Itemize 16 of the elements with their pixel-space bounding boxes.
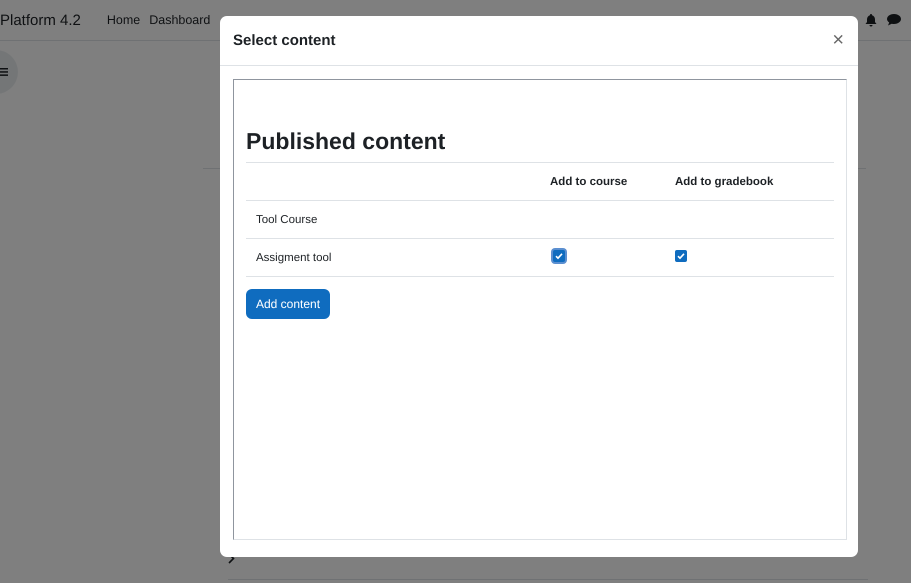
bell-icon[interactable] (865, 14, 877, 26)
chat-icon[interactable] (887, 14, 901, 26)
checkbox[interactable] (674, 250, 687, 262)
column-header: Add to course (550, 176, 628, 188)
nav-link[interactable]: Home (106, 13, 140, 27)
column-header: Add to gradebook (674, 176, 774, 188)
menu-icon (0, 68, 8, 76)
close-button[interactable]: × (832, 29, 844, 52)
content-name: Assigment tool (255, 252, 332, 264)
content-heading: Published content (246, 128, 446, 155)
dialog-title: Select content (233, 32, 336, 49)
add-content-button[interactable]: Add content (246, 289, 330, 319)
nav-link[interactable]: Dashboard (149, 13, 210, 27)
checkbox[interactable] (553, 250, 565, 262)
content-name: Tool Course (255, 214, 318, 226)
site-name[interactable]: Platform 4.2 (0, 12, 81, 28)
